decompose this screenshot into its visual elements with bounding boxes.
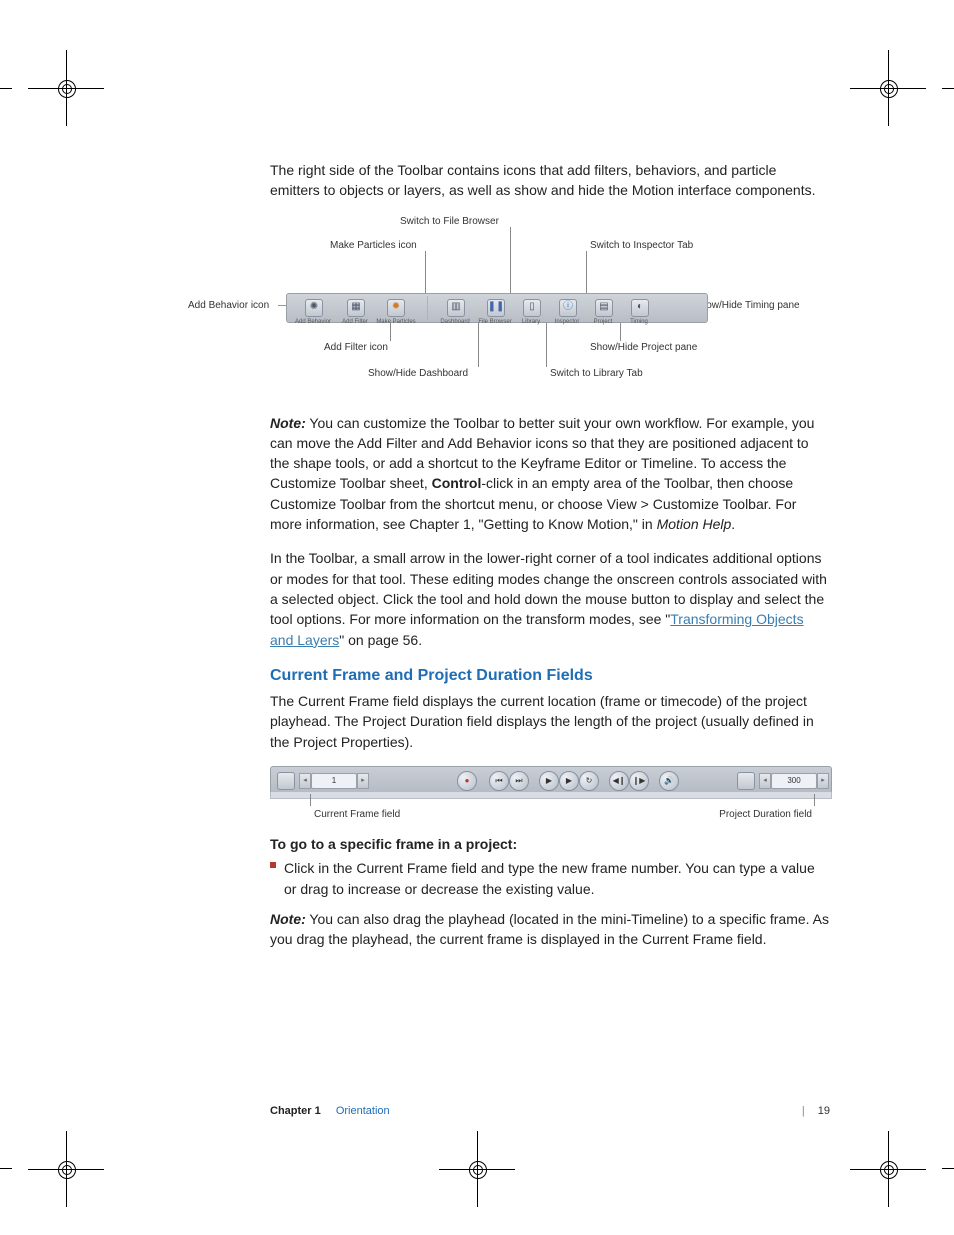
intro-paragraph: The right side of the Toolbar contains i… — [270, 160, 830, 201]
toolbar-bar: ✺ Add Behavior ▦ Add Filter ✹ Make Parti… — [286, 293, 708, 323]
add-behavior-icon[interactable]: ✺ — [305, 299, 323, 317]
go-end-button[interactable]: ⏭ — [509, 771, 529, 791]
loop-button[interactable]: ↻ — [579, 771, 599, 791]
callout-dashboard: Show/Hide Dashboard — [368, 367, 468, 382]
current-frame-field[interactable]: 1 — [311, 773, 357, 789]
page-number: 19 — [818, 1105, 830, 1117]
go-start-button[interactable]: ⏮ — [489, 771, 509, 791]
audio-button[interactable]: 🔊 — [659, 771, 679, 791]
registration-mark-icon — [48, 70, 84, 106]
page-footer: Chapter 1 Orientation | 19 — [270, 1105, 830, 1117]
content-column: The right side of the Toolbar contains i… — [270, 160, 830, 963]
step-up-button[interactable]: ▸ — [357, 773, 369, 789]
play-button[interactable]: ▶ — [539, 771, 559, 791]
timing-icon[interactable]: ◐ — [631, 299, 649, 317]
procedure-heading: To go to a specific frame in a project: — [270, 834, 830, 854]
registration-mark-icon — [48, 1151, 84, 1187]
crop-mark-icon — [942, 88, 954, 89]
step-back-button[interactable]: ◀❙ — [609, 771, 629, 791]
note-paragraph-2: Note: You can also drag the playhead (lo… — [270, 909, 830, 950]
transport-bar: ◂ 1 ▸ ● ⏮ ⏭ ▶ ▶ ↻ ◀❙ ❙▶ 🔊 ◂ 300 ▸ — [270, 766, 832, 794]
library-icon[interactable]: ▯ — [523, 299, 541, 317]
divider-icon: | — [802, 1105, 805, 1117]
transport-figure: ◂ 1 ▸ ● ⏮ ⏭ ▶ ▶ ↻ ◀❙ ❙▶ 🔊 ◂ 300 ▸ Curren… — [270, 766, 830, 820]
caption-project-duration: Project Duration field — [719, 808, 812, 823]
project-duration-field[interactable]: 300 — [771, 773, 817, 789]
callout-add-behavior: Add Behavior icon — [188, 299, 269, 314]
registration-mark-icon — [459, 1151, 495, 1187]
crop-mark-icon — [0, 1168, 12, 1169]
note-label: Note: — [270, 415, 306, 431]
section-heading: Current Frame and Project Duration Field… — [270, 664, 830, 687]
inspector-icon[interactable]: ⓘ — [559, 299, 577, 317]
body-paragraph-2: In the Toolbar, a small arrow in the low… — [270, 548, 830, 649]
clock-icon[interactable] — [737, 772, 755, 790]
callout-library: Switch to Library Tab — [550, 367, 643, 382]
callout-timing: Show/Hide Timing pane — [694, 299, 800, 314]
bullet-icon — [270, 862, 276, 868]
note-paragraph-1: Note: You can customize the Toolbar to b… — [270, 413, 830, 535]
project-icon[interactable]: ▤ — [595, 299, 613, 317]
clock-icon[interactable] — [277, 772, 295, 790]
callout-add-filter: Add Filter icon — [324, 341, 388, 356]
caption-current-frame: Current Frame field — [314, 808, 400, 823]
callout-file-browser: Switch to File Browser — [400, 215, 499, 230]
step-down-button[interactable]: ◂ — [299, 773, 311, 789]
crop-mark-icon — [0, 88, 12, 89]
play-range-button[interactable]: ▶ — [559, 771, 579, 791]
step-down-button[interactable]: ◂ — [759, 773, 771, 789]
body-paragraph-3: The Current Frame field displays the cur… — [270, 691, 830, 752]
note-label: Note: — [270, 911, 306, 927]
registration-mark-icon — [870, 70, 906, 106]
file-browser-icon[interactable]: ❚❚ — [487, 299, 505, 317]
step-forward-button[interactable]: ❙▶ — [629, 771, 649, 791]
bold-text: Control — [432, 475, 482, 491]
record-button[interactable]: ● — [457, 771, 477, 791]
footer-chapter: Chapter 1 — [270, 1105, 321, 1117]
callout-project: Show/Hide Project pane — [590, 341, 697, 356]
footer-section: Orientation — [336, 1105, 390, 1117]
registration-mark-icon — [870, 1151, 906, 1187]
bullet-item: Click in the Current Frame field and typ… — [270, 858, 830, 899]
italic-text: Motion Help — [657, 516, 732, 532]
callout-make-particles: Make Particles icon — [330, 239, 417, 254]
toolbar-figure: Switch to File Browser Make Particles ic… — [220, 215, 860, 395]
crop-mark-icon — [942, 1168, 954, 1169]
make-particles-icon[interactable]: ✹ — [387, 299, 405, 317]
callout-inspector: Switch to Inspector Tab — [590, 239, 693, 254]
add-filter-icon[interactable]: ▦ — [347, 299, 365, 317]
dashboard-icon[interactable]: ▥ — [447, 299, 465, 317]
page: The right side of the Toolbar contains i… — [0, 0, 954, 1235]
step-up-button[interactable]: ▸ — [817, 773, 829, 789]
